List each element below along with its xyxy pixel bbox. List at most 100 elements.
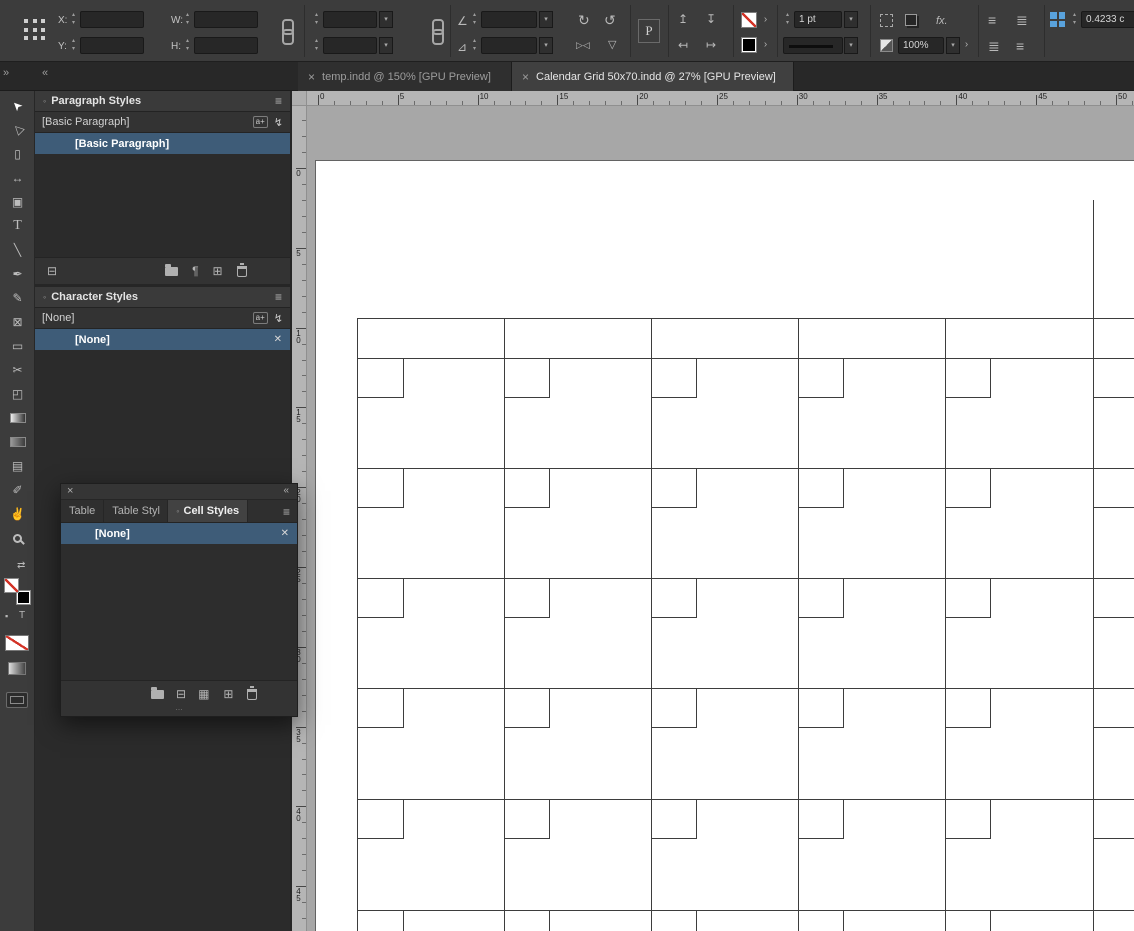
shear-dropdown[interactable] [539, 37, 553, 54]
quick-apply-icon[interactable]: ↯ [274, 312, 283, 325]
document-page[interactable] [315, 160, 1134, 931]
ruler-origin[interactable] [292, 91, 307, 106]
gradient-swatch-tool[interactable] [0, 406, 35, 430]
character-styles-header[interactable]: ◦ Character Styles ≡ [35, 287, 290, 308]
y-field[interactable] [80, 37, 144, 54]
rotate-cw-icon[interactable]: ↻ [578, 13, 590, 27]
rotation-stepper[interactable] [470, 11, 479, 28]
clear-overrides-icon[interactable]: ¶ [192, 265, 198, 277]
scale-x-dropdown[interactable] [379, 11, 393, 28]
x-field[interactable] [80, 11, 144, 28]
justify-right-icon[interactable]: ≡ [1016, 39, 1024, 53]
tab-cell-styles[interactable]: ◦ Cell Styles [168, 500, 249, 522]
paragraph-styles-header[interactable]: ◦ Paragraph Styles ≡ [35, 91, 290, 112]
shear-stepper[interactable] [470, 37, 479, 54]
style-list-item-selected[interactable]: [None] ✕ [35, 329, 290, 350]
clear-overrides-icon[interactable]: ⊟ [176, 688, 186, 700]
scale-x-field[interactable] [323, 11, 377, 28]
pen-tool[interactable]: ✒ [0, 262, 35, 286]
rectangle-tool[interactable]: ▭ [0, 334, 35, 358]
cell-style-icon[interactable]: ▦ [198, 688, 209, 700]
rotation-dropdown[interactable] [539, 11, 553, 28]
panel-group-titlebar[interactable]: × « [61, 484, 297, 499]
opacity-expand-icon[interactable]: › [961, 37, 972, 54]
constrain-dimensions-icon[interactable] [280, 19, 294, 45]
effects-button[interactable]: fx. [936, 16, 948, 27]
panel-resize-handle[interactable]: ⋯ [61, 707, 297, 716]
eyedropper-tool[interactable]: ✐ [0, 478, 35, 502]
stroke-style-field[interactable] [783, 37, 843, 54]
panel-menu-icon[interactable]: ≡ [275, 290, 282, 304]
constrain-scale-icon[interactable] [430, 19, 444, 45]
opacity-dropdown[interactable] [946, 37, 960, 54]
close-tab-icon[interactable]: × [522, 70, 529, 84]
stroke-color-swatch[interactable] [741, 12, 757, 28]
page-tool[interactable]: ▯ [0, 142, 35, 166]
rectangle-frame-tool[interactable]: ⊠ [0, 310, 35, 334]
stroke-weight-field[interactable]: 1 pt [794, 11, 842, 28]
selection-tool[interactable]: ➤ [0, 94, 35, 118]
flip-horizontal-icon[interactable]: ▷◁ [576, 41, 590, 50]
stroke-color-expand-icon[interactable]: › [760, 12, 771, 29]
hand-tool[interactable]: ✌ [0, 502, 35, 526]
new-style-group-icon[interactable] [165, 263, 179, 276]
create-new-style-icon[interactable]: ⊞ [223, 688, 233, 700]
scissors-tool[interactable]: ✂ [0, 358, 35, 382]
stroke-weight-dropdown[interactable] [844, 11, 858, 28]
fill-stroke-indicator[interactable] [4, 578, 31, 605]
apply-gradient-button[interactable] [8, 662, 26, 675]
justify-left-icon[interactable]: ≣ [988, 39, 1000, 53]
y-stepper[interactable] [69, 37, 78, 54]
new-style-group-icon[interactable] [151, 686, 164, 699]
shear-angle-field[interactable] [481, 37, 537, 54]
zoom-tool[interactable] [0, 526, 35, 550]
tab-temp-indd[interactable]: × temp.indd @ 150% [GPU Preview] [298, 62, 512, 91]
canvas[interactable] [307, 106, 1134, 931]
scale-x-stepper[interactable] [312, 11, 321, 28]
panel-menu-icon[interactable]: ≡ [283, 505, 290, 519]
scale-y-stepper[interactable] [312, 37, 321, 54]
line-tool[interactable]: ╲ [0, 238, 35, 262]
style-list-item-selected[interactable]: [Basic Paragraph] [35, 133, 290, 154]
align-top-icon[interactable]: ≡ [988, 13, 996, 27]
apply-none-button[interactable] [5, 635, 29, 651]
type-tool[interactable]: T [0, 214, 35, 238]
fill-none-swatch[interactable] [4, 578, 19, 593]
stroke-style-dropdown[interactable] [844, 37, 858, 54]
rotation-angle-field[interactable] [481, 11, 537, 28]
w-stepper[interactable] [183, 11, 192, 28]
stroke-weight-stepper[interactable] [783, 11, 792, 28]
create-new-style-icon[interactable]: ⊞ [213, 265, 223, 277]
note-tool[interactable]: ▤ [0, 454, 35, 478]
break-link-icon[interactable]: ✕ [281, 528, 289, 539]
direct-selection-tool[interactable]: ▷ [0, 118, 35, 142]
panel-menu-icon[interactable]: ≡ [275, 94, 282, 108]
break-link-icon[interactable]: ✕ [274, 334, 282, 345]
swap-fill-stroke-icon[interactable]: ⇄ [17, 561, 25, 571]
style-list-item-selected[interactable]: [None] ✕ [61, 523, 297, 544]
opacity-field[interactable]: 100% [898, 37, 944, 54]
style-override-icon[interactable]: ⊟ [47, 265, 57, 277]
collapse-panel-icon[interactable]: « [283, 485, 289, 496]
distribute-left-icon[interactable]: ↤ [678, 39, 688, 51]
fill-color-swatch[interactable] [741, 37, 757, 53]
reference-point-proxy[interactable] [24, 19, 46, 41]
close-panel-icon[interactable]: × [67, 485, 73, 497]
h-stepper[interactable] [183, 37, 192, 54]
screen-mode-button[interactable] [6, 692, 28, 708]
scale-y-dropdown[interactable] [379, 37, 393, 54]
tab-table[interactable]: Table [61, 500, 105, 522]
x-stepper[interactable] [69, 11, 78, 28]
scale-y-field[interactable] [323, 37, 377, 54]
free-transform-tool[interactable]: ◰ [0, 382, 35, 406]
formatting-affects-container-icon[interactable]: ▪ [5, 612, 8, 621]
formatting-affects-text-icon[interactable]: T [19, 611, 25, 621]
delete-style-icon[interactable] [236, 262, 247, 277]
fill-color-expand-icon[interactable]: › [760, 37, 771, 54]
tab-calendar-grid-indd[interactable]: × Calendar Grid 50x70.indd @ 27% [GPU Pr… [512, 62, 794, 91]
align-bottom-icon[interactable]: ≣ [1016, 13, 1028, 27]
corner-radius-field[interactable]: 0.4233 c [1081, 11, 1134, 28]
flip-vertical-icon[interactable]: ▽ [608, 40, 616, 51]
quick-apply-icon[interactable]: ↯ [274, 116, 283, 129]
close-tab-icon[interactable]: × [308, 70, 315, 84]
